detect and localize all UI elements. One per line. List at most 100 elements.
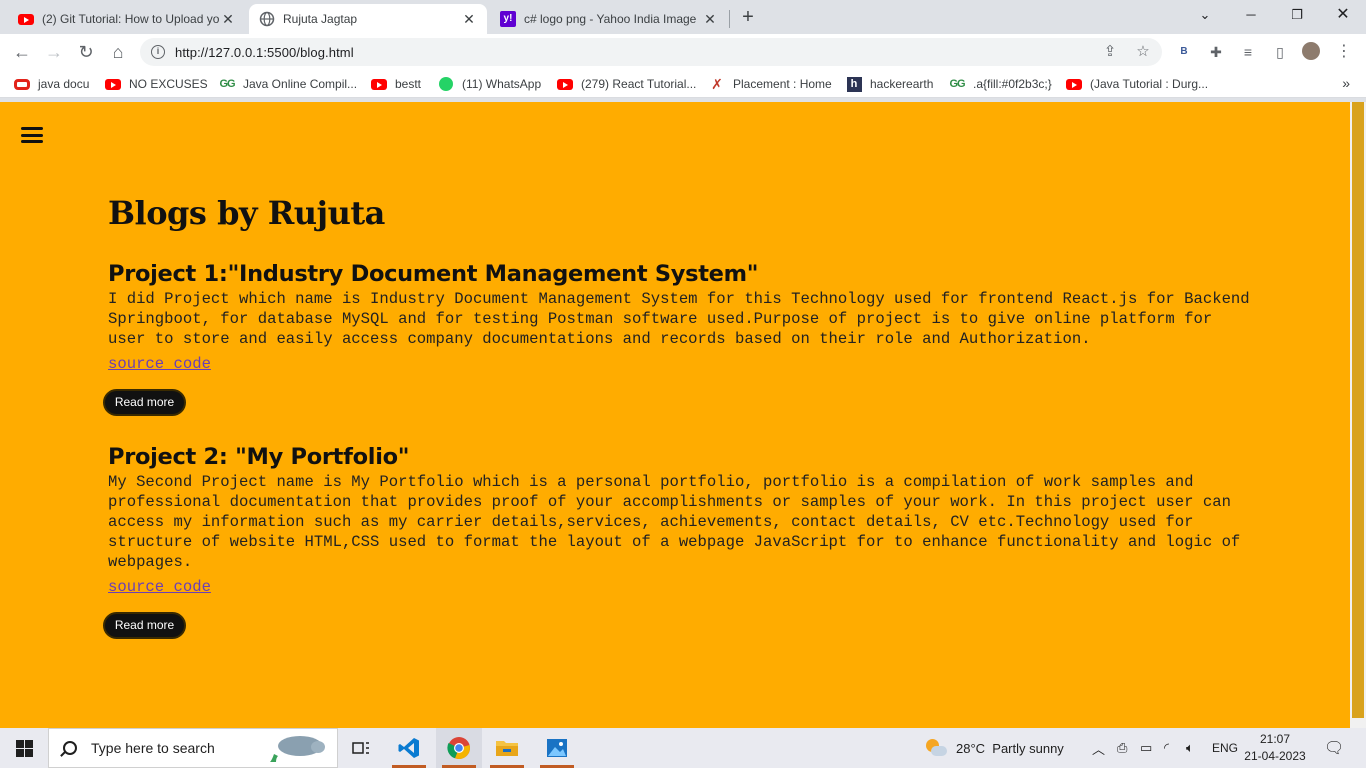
bookmark-no-excuses[interactable]: NO EXCUSES <box>105 75 208 93</box>
minimize-icon[interactable]: ─ <box>1228 0 1274 30</box>
menu-kebab-icon[interactable]: ⋮ <box>1334 42 1354 62</box>
scrollbar-thumb[interactable] <box>1352 102 1364 718</box>
tab-title: Rujuta Jagtap <box>283 12 358 26</box>
back-icon[interactable]: ← <box>10 40 34 64</box>
page-viewport: Blogs by Rujuta Project 1:"Industry Docu… <box>0 102 1366 728</box>
forward-icon[interactable]: → <box>42 40 66 64</box>
source-code-link[interactable]: source code <box>108 578 211 596</box>
project-heading: Project 1:"Industry Document Management … <box>108 261 759 287</box>
taskbar-clock[interactable]: 21:07 21-04-2023 <box>1240 731 1310 765</box>
bookmark-label: (11) WhatsApp <box>462 77 542 91</box>
tab-title: c# logo png - Yahoo India Image <box>524 12 697 26</box>
volume-icon[interactable]: 🔈︎ <box>1186 728 1194 768</box>
bookmark-label: Java Online Compil... <box>243 77 358 91</box>
side-panel-icon[interactable]: ▯ <box>1270 42 1290 62</box>
bookmark-java-online-compiler[interactable]: GG Java Online Compil... <box>219 75 357 93</box>
oracle-icon <box>14 76 30 92</box>
windows-taskbar: Type here to search 28°C Partly sunny ︿ … <box>0 728 1366 768</box>
close-tab-icon[interactable]: ✕ <box>702 11 718 28</box>
page-title: Blogs by Rujuta <box>108 194 385 232</box>
share-icon[interactable]: ⇪ <box>1100 42 1120 62</box>
close-tab-icon[interactable]: ✕ <box>461 11 477 28</box>
tab-strip: (2) Git Tutorial: How to Upload yo ✕ Ruj… <box>0 0 1366 34</box>
hamburger-menu-icon[interactable] <box>21 127 43 143</box>
geeksforgeeks-icon: GG <box>949 78 965 90</box>
task-view-icon[interactable] <box>338 728 384 768</box>
more-bookmarks-icon[interactable]: » <box>1342 75 1350 91</box>
chrome-icon[interactable] <box>436 728 482 768</box>
reload-icon[interactable]: ↻ <box>74 40 98 64</box>
site-info-icon[interactable]: i <box>151 45 165 59</box>
bookmark-star-icon[interactable]: ☆ <box>1133 42 1153 62</box>
youtube-icon <box>18 11 34 27</box>
extensions-puzzle-icon[interactable]: ✚ <box>1206 42 1226 62</box>
project-description: My Second Project name is My Portfolio w… <box>108 473 1241 571</box>
bookmark-label: hackerearth <box>870 77 934 91</box>
battery-icon[interactable]: ▭ <box>1140 728 1152 768</box>
project-card: Project 2: "My Portfolio" My Second Proj… <box>103 443 1258 639</box>
tab-title: (2) Git Tutorial: How to Upload yo <box>42 12 220 26</box>
read-more-button[interactable]: Read more <box>103 612 186 639</box>
bookmark-svg-fill[interactable]: GG .a{fill:#0f2b3c;} <box>949 75 1052 93</box>
tab-rujuta-jagtap[interactable]: Rujuta Jagtap ✕ <box>249 4 487 34</box>
address-url[interactable]: http://127.0.0.1:5500/blog.html <box>175 45 354 60</box>
close-window-icon[interactable]: ✕ <box>1320 0 1366 30</box>
language-indicator[interactable]: ENG <box>1212 728 1238 768</box>
wifi-icon[interactable]: ◜ <box>1164 728 1169 768</box>
project-description: I did Project which name is Industry Doc… <box>108 290 1250 348</box>
bookmark-label: .a{fill:#0f2b3c;} <box>973 77 1052 91</box>
close-tab-icon[interactable]: ✕ <box>220 11 236 28</box>
home-icon[interactable]: ⌂ <box>106 40 130 64</box>
globe-icon <box>259 11 275 27</box>
address-bar[interactable]: i http://127.0.0.1:5500/blog.html ⇪ ☆ <box>140 38 1162 66</box>
tab-search-icon[interactable]: ⌄ <box>1182 0 1228 30</box>
file-explorer-icon[interactable] <box>484 728 530 768</box>
youtube-icon <box>557 76 573 92</box>
bookmark-label: Placement : Home <box>733 77 832 91</box>
project-card: Project 1:"Industry Document Management … <box>103 260 1258 416</box>
project-heading: Project 2: "My Portfolio" <box>108 444 410 470</box>
tab-yahoo-images[interactable]: y! c# logo png - Yahoo India Image ✕ <box>490 4 728 34</box>
bookmark-whatsapp[interactable]: (11) WhatsApp <box>438 75 541 93</box>
media-control-icon[interactable]: ≡ <box>1238 42 1258 62</box>
profile-b-icon[interactable]: B <box>1174 42 1194 62</box>
bookmark-label: (279) React Tutorial... <box>581 77 697 91</box>
bookmark-hackerearth[interactable]: h hackerearth <box>846 75 933 93</box>
runner-icon: ✗ <box>711 75 723 92</box>
meet-now-icon[interactable]: ⎙ <box>1117 728 1127 768</box>
search-icon <box>63 741 77 755</box>
bookmark-placement-home[interactable]: ✗ Placement : Home <box>709 75 832 93</box>
weather-widget[interactable]: 28°C Partly sunny <box>924 728 1064 768</box>
search-placeholder: Type here to search <box>91 740 215 756</box>
notifications-icon[interactable]: 🗨︎ <box>1324 728 1344 768</box>
bookmark-bestt[interactable]: bestt <box>371 75 421 93</box>
whatsapp-icon <box>438 76 454 92</box>
read-more-button[interactable]: Read more <box>103 389 186 416</box>
geeksforgeeks-icon: GG <box>219 78 235 90</box>
bookmark-label: NO EXCUSES <box>129 77 208 91</box>
scrollbar[interactable] <box>1350 102 1366 728</box>
bookmark-java-tutorial-durga[interactable]: (Java Tutorial : Durg... <box>1066 75 1208 93</box>
maximize-icon[interactable]: ❐ <box>1274 0 1320 30</box>
bookmarks-bar: java docu NO EXCUSES GG Java Online Comp… <box>0 70 1366 98</box>
bookmark-label: java docu <box>38 77 90 91</box>
vscode-icon[interactable] <box>386 728 432 768</box>
clock-date: 21-04-2023 <box>1244 749 1306 763</box>
source-code-link[interactable]: source code <box>108 355 211 373</box>
windows-start-icon[interactable] <box>16 740 33 757</box>
browser-toolbar: ← → ↻ ⌂ i http://127.0.0.1:5500/blog.htm… <box>0 34 1366 70</box>
partly-sunny-icon <box>924 738 948 758</box>
tab-separator <box>729 10 730 28</box>
youtube-icon <box>105 76 121 92</box>
tab-git-tutorial[interactable]: (2) Git Tutorial: How to Upload yo ✕ <box>8 4 246 34</box>
bookmark-react-tutorial[interactable]: (279) React Tutorial... <box>557 75 696 93</box>
youtube-icon <box>1066 76 1082 92</box>
new-tab-button[interactable]: + <box>738 6 758 28</box>
bookmark-label: bestt <box>395 77 422 91</box>
bookmark-label: (Java Tutorial : Durg... <box>1090 77 1209 91</box>
avatar[interactable] <box>1302 42 1322 62</box>
photos-icon[interactable] <box>534 728 580 768</box>
show-hidden-icons-icon[interactable]: ︿ <box>1092 728 1105 768</box>
bookmark-java-docu[interactable]: java docu <box>14 75 89 93</box>
clock-time: 21:07 <box>1259 732 1291 746</box>
